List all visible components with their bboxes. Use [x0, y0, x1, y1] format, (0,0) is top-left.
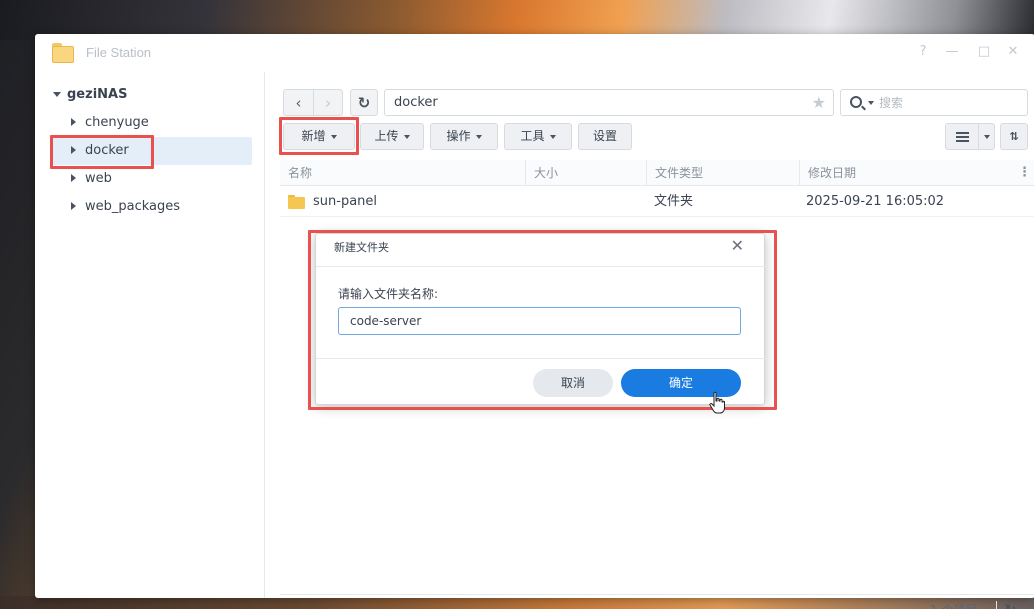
- row-modified: 2025-09-21 16:05:02: [806, 194, 945, 209]
- tree-root-geziNAS[interactable]: geziNAS: [53, 87, 127, 102]
- caret-right-icon: [71, 173, 76, 182]
- folder-icon: [288, 195, 305, 209]
- caret-right-icon: [71, 201, 76, 210]
- item-count: 1 个项目: [930, 595, 977, 609]
- search-input[interactable]: [879, 90, 1019, 115]
- nav-buttons: ‹ ›: [283, 89, 343, 116]
- search-icon[interactable]: [850, 96, 862, 108]
- column-header-type[interactable]: 文件类型: [647, 160, 800, 186]
- sort-button[interactable]: ⇅: [1000, 123, 1028, 150]
- settings-button[interactable]: 设置: [578, 123, 632, 150]
- close-window-icon[interactable]: ✕: [1004, 43, 1022, 61]
- more-icon[interactable]: ⋮: [1018, 160, 1031, 186]
- app-title: File Station: [86, 45, 152, 60]
- caret-down-icon: [53, 92, 61, 97]
- star-icon[interactable]: ★: [812, 90, 826, 115]
- upload-button[interactable]: 上传: [360, 123, 424, 150]
- column-header-name[interactable]: 名称: [280, 160, 526, 186]
- refresh-button[interactable]: ↻: [350, 89, 378, 116]
- view-mode-group: [945, 123, 995, 150]
- action-button[interactable]: 操作: [430, 123, 498, 150]
- divider: [996, 601, 997, 609]
- forward-button[interactable]: ›: [313, 90, 342, 115]
- tools-button[interactable]: 工具: [504, 123, 572, 150]
- table-row[interactable]: sun-panel 文件夹 2025-09-21 16:05:02: [280, 187, 1034, 217]
- highlight-box-create: [279, 117, 359, 155]
- help-icon[interactable]: ?: [914, 43, 932, 61]
- chevron-down-icon: [475, 134, 482, 139]
- chevron-down-icon[interactable]: [978, 124, 994, 149]
- sidebar-item-web-packages[interactable]: web_packages: [51, 193, 252, 221]
- highlight-box-dialog: [308, 230, 777, 410]
- path-text: docker: [394, 95, 438, 110]
- refresh-icon[interactable]: ↻: [1004, 595, 1017, 609]
- folder-app-icon: [52, 43, 74, 63]
- maximize-icon[interactable]: □: [975, 43, 993, 61]
- row-type: 文件夹: [654, 194, 694, 209]
- minimize-icon[interactable]: —: [943, 43, 961, 61]
- chevron-down-icon: [403, 134, 410, 139]
- row-name: sun-panel: [313, 194, 378, 209]
- search-box[interactable]: [840, 89, 1028, 116]
- chevron-down-icon: [549, 134, 556, 139]
- status-footer: 1 个项目 ↻: [280, 594, 1034, 609]
- column-header-modified[interactable]: 修改日期: [800, 160, 1010, 186]
- highlight-box-sidebar: [50, 135, 154, 169]
- title-bar[interactable]: File Station ? — □ ✕: [35, 34, 1034, 72]
- sidebar-item-web[interactable]: web: [51, 165, 252, 193]
- list-view-icon[interactable]: [946, 124, 978, 149]
- hand-cursor-icon: [709, 391, 725, 414]
- column-header-size[interactable]: 大小: [526, 160, 647, 186]
- path-field[interactable]: docker ★: [384, 89, 834, 116]
- sidebar-item-chenyuge[interactable]: chenyuge: [51, 109, 252, 137]
- chevron-down-icon[interactable]: [868, 101, 874, 105]
- caret-right-icon: [71, 117, 76, 126]
- back-button[interactable]: ‹: [284, 90, 313, 115]
